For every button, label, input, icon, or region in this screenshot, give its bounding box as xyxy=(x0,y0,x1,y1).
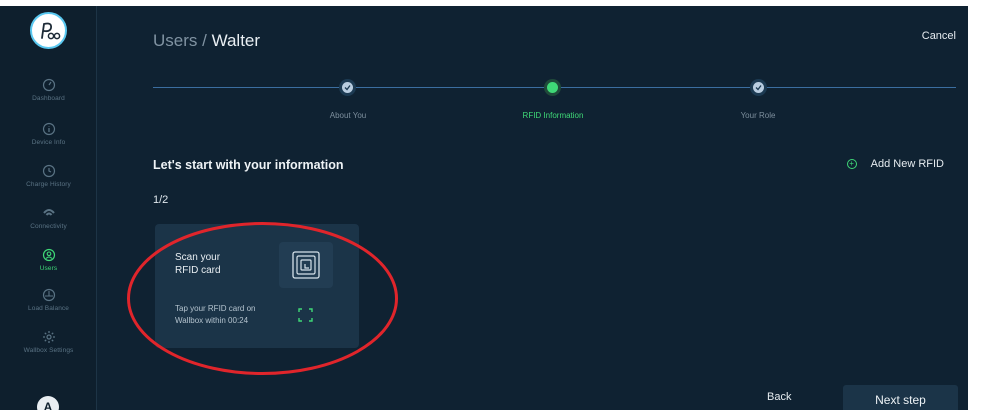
sidebar-item-users[interactable]: Users xyxy=(0,248,97,272)
breadcrumb-parent[interactable]: Users / xyxy=(153,31,212,50)
wifi-icon xyxy=(42,209,55,216)
sidebar-item-label: Load Balance xyxy=(28,305,69,312)
check-icon xyxy=(344,85,351,91)
sidebar-item-label: Device Info xyxy=(31,139,66,146)
cancel-button[interactable]: Cancel xyxy=(922,30,956,42)
balance-icon xyxy=(42,288,55,302)
check-icon xyxy=(755,85,762,91)
add-new-rfid-button[interactable]: + Add New RFID xyxy=(846,158,944,170)
sidebar-item-device-info[interactable]: Device Info xyxy=(0,122,97,146)
sidebar-item-label: Charge History xyxy=(26,181,71,188)
scan-frame-icon xyxy=(298,308,313,322)
dashboard-icon xyxy=(42,78,55,92)
sidebar-item-label: Wallbox Settings xyxy=(23,347,74,354)
rfid-scan-card: Scan your RFID card Tap your RFID card o… xyxy=(155,224,359,348)
gear-icon xyxy=(42,331,55,343)
step-rfid-dot[interactable] xyxy=(544,79,561,96)
sidebar-item-load-balance[interactable]: Load Balance xyxy=(0,288,97,312)
users-icon xyxy=(42,248,55,262)
sidebar-item-connectivity[interactable]: Connectivity xyxy=(0,206,97,230)
app-window: Dashboard Device Info Charge History Con… xyxy=(0,6,968,410)
step-label-rfid: RFID Information xyxy=(522,111,584,120)
tap-instruction: Tap your RFID card on Wallbox within 00:… xyxy=(175,304,256,325)
breadcrumb: Users / Walter xyxy=(153,31,260,51)
step-label-your-role: Your Role xyxy=(740,111,776,120)
sidebar-item-wallbox-settings[interactable]: Wallbox Settings xyxy=(0,330,97,354)
scan-instruction: Scan your RFID card xyxy=(175,252,221,276)
sidebar-item-dashboard[interactable]: Dashboard xyxy=(0,78,97,102)
sidebar-item-charge-history[interactable]: Charge History xyxy=(0,164,97,188)
plus-circle-icon: + xyxy=(846,159,857,169)
add-new-rfid-label: Add New RFID xyxy=(870,158,944,170)
step-label-about-you: About You xyxy=(329,111,367,120)
sidebar-item-label: Users xyxy=(39,265,58,272)
sidebar-item-label: Connectivity xyxy=(30,223,67,230)
sidebar: Dashboard Device Info Charge History Con… xyxy=(0,6,97,410)
avatar[interactable]: A xyxy=(37,396,59,410)
history-icon xyxy=(42,164,55,178)
logo[interactable] xyxy=(30,12,67,49)
back-button[interactable]: Back xyxy=(767,391,791,403)
next-step-button[interactable]: Next step xyxy=(843,385,958,410)
step-about-you-dot[interactable] xyxy=(339,79,356,96)
section-title: Let's start with your information xyxy=(153,158,344,172)
info-icon xyxy=(42,122,55,136)
rfid-counter: 1/2 xyxy=(153,194,169,206)
step-your-role-dot[interactable] xyxy=(750,79,767,96)
logo-icon xyxy=(40,22,60,39)
sidebar-item-label: Dashboard xyxy=(32,95,65,102)
breadcrumb-current: Walter xyxy=(211,31,261,50)
rfid-card-icon xyxy=(279,242,333,288)
